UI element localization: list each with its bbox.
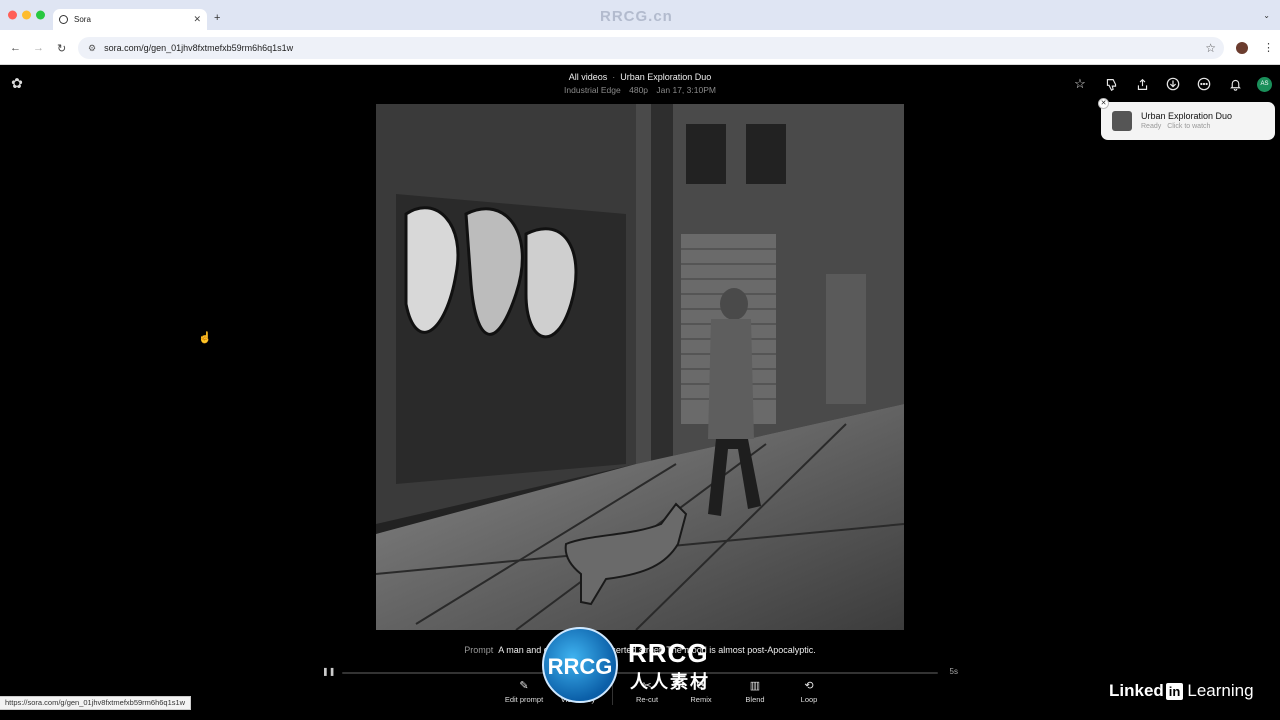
toast-subtitle: Ready Click to watch xyxy=(1141,123,1216,130)
sora-favicon-icon xyxy=(59,15,68,24)
toast-status: Ready xyxy=(1141,123,1162,130)
tab-close-icon[interactable]: ✕ xyxy=(193,14,201,25)
sora-app: ✿ All videos · Urban Exploration Duo Indus… xyxy=(0,65,1280,720)
video-frame-image xyxy=(376,104,904,630)
loop-icon: ⟲ xyxy=(804,680,814,692)
action-label: Remix xyxy=(690,695,712,704)
video-style: Industrial Edge xyxy=(564,85,621,95)
breadcrumb-all-videos[interactable]: All videos xyxy=(569,72,608,82)
bell-icon[interactable] xyxy=(1226,75,1244,93)
download-icon[interactable] xyxy=(1164,75,1182,93)
url-text: sora.com/g/gen_01jhv8fxtmefxb59rm6h6q1s1… xyxy=(104,43,294,53)
toast-action: Click to watch xyxy=(1167,123,1211,130)
rrcg-logo-cn: 人人素材 xyxy=(630,672,710,692)
site-info-icon[interactable]: ⚙ xyxy=(88,43,96,54)
tab-search-chevron-icon[interactable]: ⌄ xyxy=(1263,11,1270,20)
toast-thumbnail xyxy=(1112,111,1132,131)
share-icon[interactable] xyxy=(1133,75,1151,93)
action-label: Edit prompt xyxy=(504,695,544,704)
rrcg-logo: RRCG xyxy=(542,627,618,703)
video-duration: 5s xyxy=(949,667,958,676)
rrcg-watermark: RRCG.cn xyxy=(600,8,673,25)
blend-icon: ▥ xyxy=(749,680,761,692)
action-label: Re-cut xyxy=(635,695,659,704)
actions-divider xyxy=(612,683,613,705)
video-player[interactable] xyxy=(376,104,904,630)
toast-close-icon[interactable]: ✕ xyxy=(1098,98,1109,109)
linkedin-learning-logo: Linked in Learning xyxy=(1109,681,1254,701)
rrcg-logo-text: RRCG xyxy=(628,638,709,668)
back-arrow-icon[interactable]: ← xyxy=(10,42,21,54)
browser-menu-icon[interactable]: ⋮ xyxy=(1263,41,1274,54)
linkedin-text: Linked xyxy=(1109,681,1164,700)
minimize-window-button[interactable] xyxy=(22,10,31,20)
tab-title: Sora xyxy=(74,15,91,24)
video-toolbar: ☆ AS xyxy=(1071,75,1272,93)
browser-address-bar: ← → ↻ ⚙ sora.com/g/gen_01jhv8fxtmefxb59r… xyxy=(0,30,1280,65)
new-tab-button[interactable]: + xyxy=(214,12,220,24)
reload-icon[interactable]: ↻ xyxy=(57,42,66,55)
browser-profile-avatar[interactable] xyxy=(1236,42,1248,54)
edit-prompt-button[interactable]: ✎ Edit prompt xyxy=(500,680,548,705)
more-icon[interactable] xyxy=(1195,75,1213,93)
url-input[interactable]: ⚙ sora.com/g/gen_01jhv8fxtmefxb59rm6h6q1… xyxy=(78,37,1224,59)
action-label: Blend xyxy=(745,695,765,704)
blend-button[interactable]: ▥ Blend xyxy=(731,680,779,705)
video-title: Urban Exploration Duo xyxy=(620,72,712,82)
pause-icon[interactable]: ❚❚ xyxy=(322,667,335,676)
forward-arrow-icon[interactable]: → xyxy=(33,42,44,54)
learning-text: Learning xyxy=(1187,681,1254,700)
linkedin-in-icon: in xyxy=(1165,682,1184,700)
prompt-label: Prompt xyxy=(464,645,494,655)
video-resolution: 480p xyxy=(629,85,649,95)
star-icon[interactable]: ☆ xyxy=(1071,75,1089,93)
toast-title: Urban Exploration Duo xyxy=(1141,111,1233,121)
maximize-window-button[interactable] xyxy=(36,10,45,20)
user-avatar[interactable]: AS xyxy=(1257,76,1272,92)
loop-button[interactable]: ⟲ Loop xyxy=(785,680,833,705)
close-window-button[interactable] xyxy=(8,10,17,20)
browser-tab[interactable]: Sora ✕ xyxy=(53,9,207,30)
mouse-cursor-icon: ☝ xyxy=(198,332,212,344)
link-status-bar: https://sora.com/g/gen_01jhv8fxtmefxb59r… xyxy=(0,696,192,710)
bookmark-star-icon[interactable]: ☆ xyxy=(1205,41,1216,55)
pencil-icon: ✎ xyxy=(519,680,529,692)
breadcrumb-separator: · xyxy=(612,72,616,82)
action-label: Loop xyxy=(800,695,818,704)
video-date: Jan 17, 3:10PM xyxy=(656,85,716,95)
thumbs-down-icon[interactable] xyxy=(1102,75,1120,93)
video-ready-toast[interactable]: ✕ Urban Exploration Duo Ready Click to wa… xyxy=(1098,98,1275,140)
